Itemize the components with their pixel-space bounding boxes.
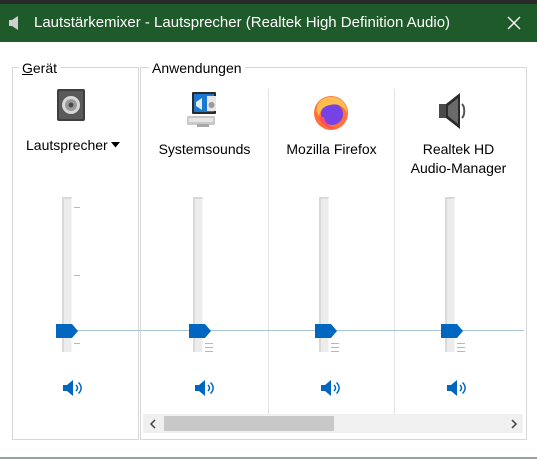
horizontal-scrollbar[interactable] (143, 414, 523, 433)
column-divider (394, 89, 395, 415)
slider-thumb[interactable] (189, 324, 211, 338)
system-sounds-icon (187, 92, 216, 127)
slider-tick (457, 351, 465, 352)
speaker-box-icon (57, 89, 85, 121)
slider-thumb[interactable] (441, 324, 463, 338)
slider-tick (457, 347, 465, 348)
speaker-title-icon (9, 16, 18, 30)
title-bar: Lautstärkemixer - Lautsprecher (Realtek … (0, 4, 537, 42)
mute-button[interactable] (446, 378, 468, 398)
slider-tick (74, 275, 80, 276)
apps-group-label: Anwendungen (149, 60, 245, 76)
slider-tick (331, 351, 339, 352)
device-select[interactable]: Lautsprecher (26, 137, 120, 153)
chevron-right-icon (510, 418, 517, 429)
mute-button[interactable] (194, 378, 216, 398)
app-name-line1: Realtek HD (422, 141, 495, 157)
slider-thumb[interactable] (315, 324, 337, 338)
mixer-client: Gerät Lautsprecher Anwendungen Systemsou… (0, 42, 537, 459)
mute-button[interactable] (320, 378, 342, 398)
scroll-right-button[interactable] (504, 414, 523, 433)
slider-thumb[interactable] (56, 324, 78, 338)
device-name: Lautsprecher (26, 137, 108, 153)
column-divider (268, 89, 269, 415)
device-group-label: Gerät (19, 60, 61, 76)
dropdown-arrow-icon (110, 142, 120, 148)
close-button[interactable] (491, 4, 537, 42)
firefox-icon (314, 96, 348, 130)
slider-tick (331, 347, 339, 348)
chevron-left-icon (149, 418, 156, 429)
slider-tick (205, 351, 213, 352)
window-title: Lautstärkemixer - Lautsprecher (Realtek … (34, 14, 451, 31)
slider-tick (457, 343, 465, 344)
app-name-line2: Audio-Manager (410, 160, 507, 176)
scroll-thumb[interactable] (164, 416, 334, 431)
slider-tick (205, 343, 213, 344)
app-name: Mozilla Firefox (286, 141, 377, 157)
mute-button[interactable] (62, 378, 84, 398)
loudspeaker-icon (439, 93, 466, 129)
slider-tick (331, 343, 339, 344)
scroll-left-button[interactable] (143, 414, 162, 433)
close-icon (507, 16, 521, 30)
app-name: Systemsounds (158, 141, 251, 157)
slider-tick (205, 347, 213, 348)
slider-tick (74, 343, 80, 344)
slider-tick (74, 207, 80, 208)
